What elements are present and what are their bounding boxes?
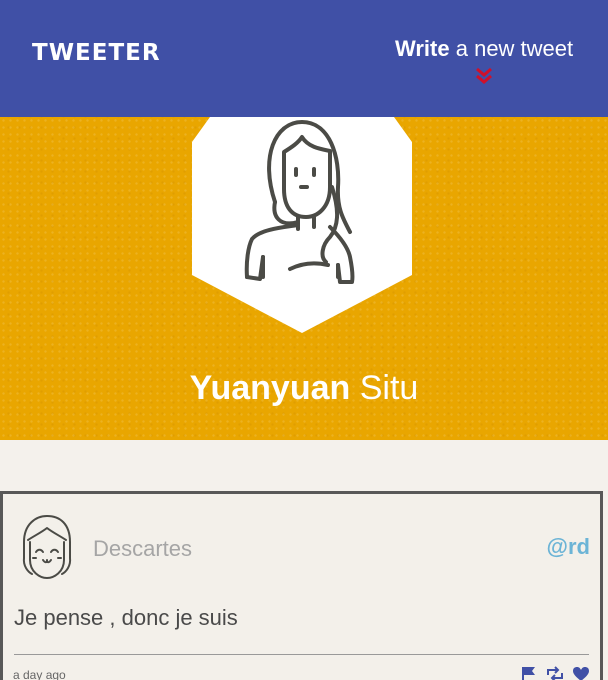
compose-label: a new tweet — [455, 36, 574, 61]
tweet-actions — [520, 666, 590, 680]
double-chevron-down-icon[interactable] — [474, 67, 494, 85]
tweet-timestamp: a day ago — [13, 668, 66, 680]
write-tweet-link[interactable]: Write a new tweet — [395, 36, 573, 62]
top-navbar: TWEETER Write a new tweet — [0, 0, 608, 117]
profile-name: Yuanyuan Situ — [0, 369, 608, 408]
heart-icon[interactable] — [572, 666, 590, 680]
profile-last-name: Situ — [359, 369, 419, 407]
author-avatar — [22, 515, 72, 579]
brand-logo[interactable]: TWEETER — [32, 40, 161, 66]
profile-first-name: Yuanyuan — [189, 369, 351, 407]
compose-bold-label: Write — [395, 36, 450, 61]
tweet-text: Je pense , donc je suis — [14, 605, 238, 630]
retweet-icon[interactable] — [546, 666, 564, 680]
tweet-author-handle[interactable]: @rd — [547, 534, 590, 560]
tweet-author-name: Descartes — [93, 536, 193, 561]
flag-icon[interactable] — [520, 666, 538, 680]
tweet-card: Descartes @rd Je pense , donc je suis a … — [0, 491, 603, 680]
profile-avatar — [192, 117, 412, 333]
profile-banner: Yuanyuan Situ — [0, 117, 608, 440]
tweet-divider — [14, 654, 589, 655]
